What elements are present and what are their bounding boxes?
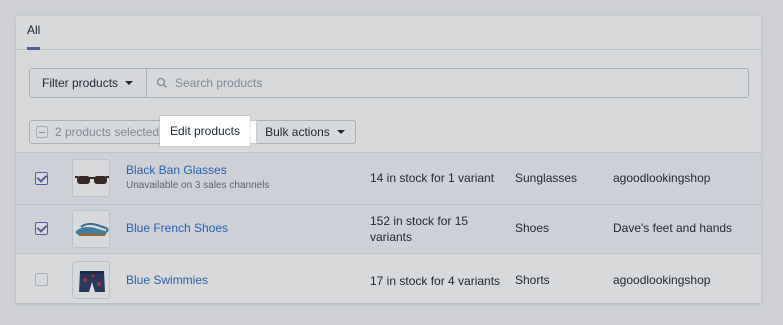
products-card: All Filter products 2 products selected … [16, 16, 761, 303]
product-name-link[interactable]: Blue French Shoes [126, 221, 228, 235]
table-row[interactable]: Blue Swimmies 17 in stock for 4 variants… [16, 253, 761, 303]
product-type: Shoes [515, 221, 550, 235]
bulk-actions-label: Bulk actions [265, 125, 330, 139]
filter-products-label: Filter products [42, 76, 119, 90]
product-vendor: agoodlookingshop [613, 273, 711, 287]
product-thumbnail [72, 261, 110, 299]
filter-bar: Filter products [29, 68, 749, 98]
minus-icon [36, 126, 48, 138]
inventory-text: 17 in stock for 4 variants [370, 274, 501, 288]
bulk-actions-button[interactable]: Bulk actions [257, 120, 356, 144]
product-vendor: Dave's feet and hands [613, 221, 733, 235]
product-type: Shorts [515, 273, 550, 287]
active-tab-indicator [27, 47, 40, 50]
product-thumbnail [72, 159, 110, 197]
search-input[interactable] [175, 76, 475, 90]
product-availability: Unavailable on 3 sales channels [126, 180, 270, 191]
product-vendor: agoodlookingshop [613, 171, 711, 185]
product-name-link[interactable]: Black Ban Glasses [126, 163, 227, 177]
sunglasses-image [75, 176, 109, 184]
swim-shorts-image [79, 271, 105, 292]
deselect-all-checkbox[interactable]: 2 products selected [29, 120, 166, 144]
product-list: Black Ban Glasses Unavailable on 3 sales… [16, 152, 761, 303]
product-thumbnail [72, 210, 110, 248]
row-checkbox[interactable] [35, 172, 48, 185]
search-icon [156, 77, 167, 88]
product-type: Sunglasses [515, 171, 578, 185]
shoes-image [75, 222, 109, 236]
inventory-text: 14 in stock for 1 variant [370, 171, 495, 185]
edit-products-button[interactable]: Edit products [160, 116, 250, 146]
row-checkbox[interactable] [35, 273, 48, 286]
row-checkbox[interactable] [35, 222, 48, 235]
search-field[interactable] [147, 69, 748, 97]
tab-all[interactable]: All [27, 23, 40, 37]
table-row[interactable]: Black Ban Glasses Unavailable on 3 sales… [16, 152, 761, 204]
selected-count-label: 2 products selected [55, 125, 160, 139]
caret-down-icon [125, 81, 134, 85]
tab-bar: All [16, 16, 761, 50]
table-row[interactable]: Blue French Shoes 152 in stock for 15 va… [16, 204, 761, 253]
product-name-link[interactable]: Blue Swimmies [126, 273, 208, 287]
caret-down-icon [336, 130, 345, 134]
inventory-text: 152 in stock for 15 variants [370, 214, 469, 244]
filter-products-button[interactable]: Filter products [30, 69, 147, 97]
